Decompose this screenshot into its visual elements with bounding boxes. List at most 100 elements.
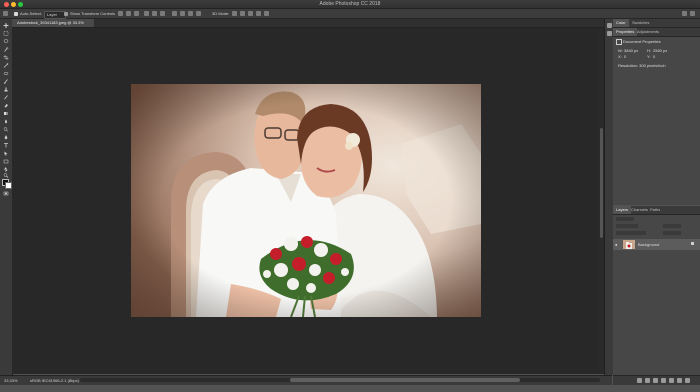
right-panel-dock: Color Swatches Properties Adjustments Do… — [613, 19, 700, 384]
width-label: W: — [618, 48, 623, 53]
y-value[interactable]: 0 — [653, 54, 655, 59]
info-panel-icon[interactable] — [606, 31, 612, 36]
horizontal-scrollbar[interactable] — [80, 378, 600, 382]
layer-row-background[interactable]: ● Background — [613, 239, 700, 250]
link-layers-icon[interactable] — [637, 378, 642, 383]
distribute-top-icon[interactable] — [172, 11, 177, 16]
workspace-switcher-icon[interactable] — [682, 11, 687, 16]
color-profile[interactable]: sRGB IEC61966-2.1 (8bpc) — [30, 377, 79, 384]
properties-panel-tabs: Properties Adjustments — [613, 28, 700, 37]
3d-roll-icon[interactable] — [240, 11, 245, 16]
tab-adjustments[interactable]: Adjustments — [634, 28, 662, 36]
eyedropper-tool-icon[interactable] — [3, 63, 9, 68]
layers-panel: ● Background — [613, 215, 700, 375]
align-horizontal-center-icon[interactable] — [152, 11, 157, 16]
background-color-swatch[interactable] — [5, 182, 12, 189]
layers-panel-footer — [613, 375, 700, 385]
history-brush-tool-icon[interactable] — [3, 95, 9, 100]
layer-kind-filter[interactable] — [616, 217, 634, 221]
3d-orbit-icon[interactable] — [232, 11, 237, 16]
resolution-text: Resolution: 300 pixels/inch — [618, 63, 666, 68]
properties-panel: Document Properties W: 3840 px H: 2560 p… — [613, 37, 700, 205]
marquee-tool-icon[interactable] — [3, 31, 9, 36]
lock-icon — [691, 242, 694, 245]
window-title-bar: Adobe Photoshop CC 2018 — [0, 0, 700, 9]
layers-panel-tabs: Layers Channels Paths — [613, 206, 700, 215]
vertical-scroll-thumb[interactable] — [599, 128, 603, 238]
path-selection-tool-icon[interactable] — [3, 151, 9, 156]
vertical-scrollbar[interactable] — [599, 28, 603, 374]
align-top-icon[interactable] — [118, 11, 123, 16]
document-properties-icon — [616, 39, 622, 45]
3d-slide-icon[interactable] — [256, 11, 261, 16]
adjustment-layer-icon[interactable] — [661, 378, 666, 383]
history-panel-icon[interactable] — [606, 23, 612, 28]
search-icon[interactable] — [690, 11, 695, 16]
layer-thumbnail — [623, 240, 635, 249]
fx-icon[interactable] — [645, 378, 650, 383]
new-layer-icon[interactable] — [677, 378, 682, 383]
zoom-level[interactable]: 33.33% — [4, 377, 18, 384]
height-label: H: — [647, 48, 651, 53]
opacity-field[interactable] — [663, 224, 681, 228]
color-panel-tabs: Color Swatches — [613, 19, 700, 28]
align-bottom-icon[interactable] — [134, 11, 139, 16]
tab-color[interactable]: Color — [613, 19, 629, 27]
lasso-tool-icon[interactable] — [3, 39, 9, 44]
distribute-middle-icon[interactable] — [180, 11, 185, 16]
document-image[interactable] — [131, 84, 481, 317]
horizontal-scroll-thumb[interactable] — [290, 378, 520, 382]
add-mask-icon[interactable] — [653, 378, 658, 383]
tab-swatches[interactable]: Swatches — [629, 19, 652, 27]
y-label: Y: — [647, 54, 651, 59]
pen-tool-icon[interactable] — [3, 135, 9, 140]
show-transform-checkbox[interactable] — [64, 11, 68, 16]
width-value[interactable]: 3840 px — [624, 48, 638, 53]
distribute-bottom-icon[interactable] — [188, 11, 193, 16]
options-bar: Auto-Select: Layer Show Transform Contro… — [0, 9, 700, 19]
align-right-icon[interactable] — [160, 11, 165, 16]
layer-name[interactable]: Background — [638, 242, 659, 247]
tab-paths[interactable]: Paths — [647, 206, 663, 214]
healing-brush-tool-icon[interactable] — [3, 71, 9, 76]
3d-mode-label: 3D Mode: — [212, 11, 230, 16]
x-label: X: — [618, 54, 622, 59]
gradient-tool-icon[interactable] — [3, 111, 9, 116]
dodge-tool-icon[interactable] — [3, 127, 9, 132]
fill-field[interactable] — [663, 231, 681, 235]
window-title: Adobe Photoshop CC 2018 — [319, 1, 381, 7]
x-value[interactable]: 0 — [624, 54, 626, 59]
blur-tool-icon[interactable] — [3, 119, 9, 124]
lock-controls[interactable] — [616, 231, 646, 235]
status-bar: 33.33% sRGB IEC61966-2.1 (8bpc) — [0, 375, 612, 385]
type-tool-icon[interactable] — [3, 143, 9, 148]
3d-scale-icon[interactable] — [264, 11, 269, 16]
auto-select-dropdown[interactable]: Layer — [44, 10, 66, 19]
brush-tool-icon[interactable] — [3, 79, 9, 84]
blend-mode-dropdown[interactable] — [616, 224, 638, 228]
new-group-icon[interactable] — [669, 378, 674, 383]
document-tab-bar: Adobestock_39341183.jpeg @ 33.3% (RGB/8)… — [12, 19, 614, 33]
align-vertical-center-icon[interactable] — [126, 11, 131, 16]
properties-heading: Document Properties — [623, 39, 661, 44]
quick-mask-icon[interactable] — [3, 191, 9, 196]
hand-tool-icon[interactable] — [3, 167, 9, 172]
3d-pan-icon[interactable] — [248, 11, 253, 16]
auto-select-checkbox[interactable] — [14, 11, 18, 16]
crop-tool-icon[interactable] — [3, 55, 9, 60]
distribute-left-icon[interactable] — [196, 11, 201, 16]
move-tool-icon[interactable] — [3, 23, 9, 28]
show-transform-label: Show Transform Controls — [70, 11, 116, 16]
move-tool-preset-icon[interactable] — [3, 11, 8, 16]
zoom-tool-icon[interactable] — [3, 173, 9, 178]
auto-select-label: Auto-Select: — [20, 11, 42, 16]
rectangle-tool-icon[interactable] — [3, 159, 9, 164]
document-tab[interactable]: Adobestock_39341183.jpeg @ 33.3% (RGB/8)… — [12, 19, 94, 33]
eraser-tool-icon[interactable] — [3, 103, 9, 108]
trash-icon[interactable] — [685, 378, 690, 383]
align-left-icon[interactable] — [144, 11, 149, 16]
quick-selection-tool-icon[interactable] — [3, 47, 9, 52]
visibility-eye-icon[interactable]: ● — [615, 242, 617, 247]
clone-stamp-tool-icon[interactable] — [3, 87, 9, 92]
height-value[interactable]: 2560 px — [653, 48, 667, 53]
